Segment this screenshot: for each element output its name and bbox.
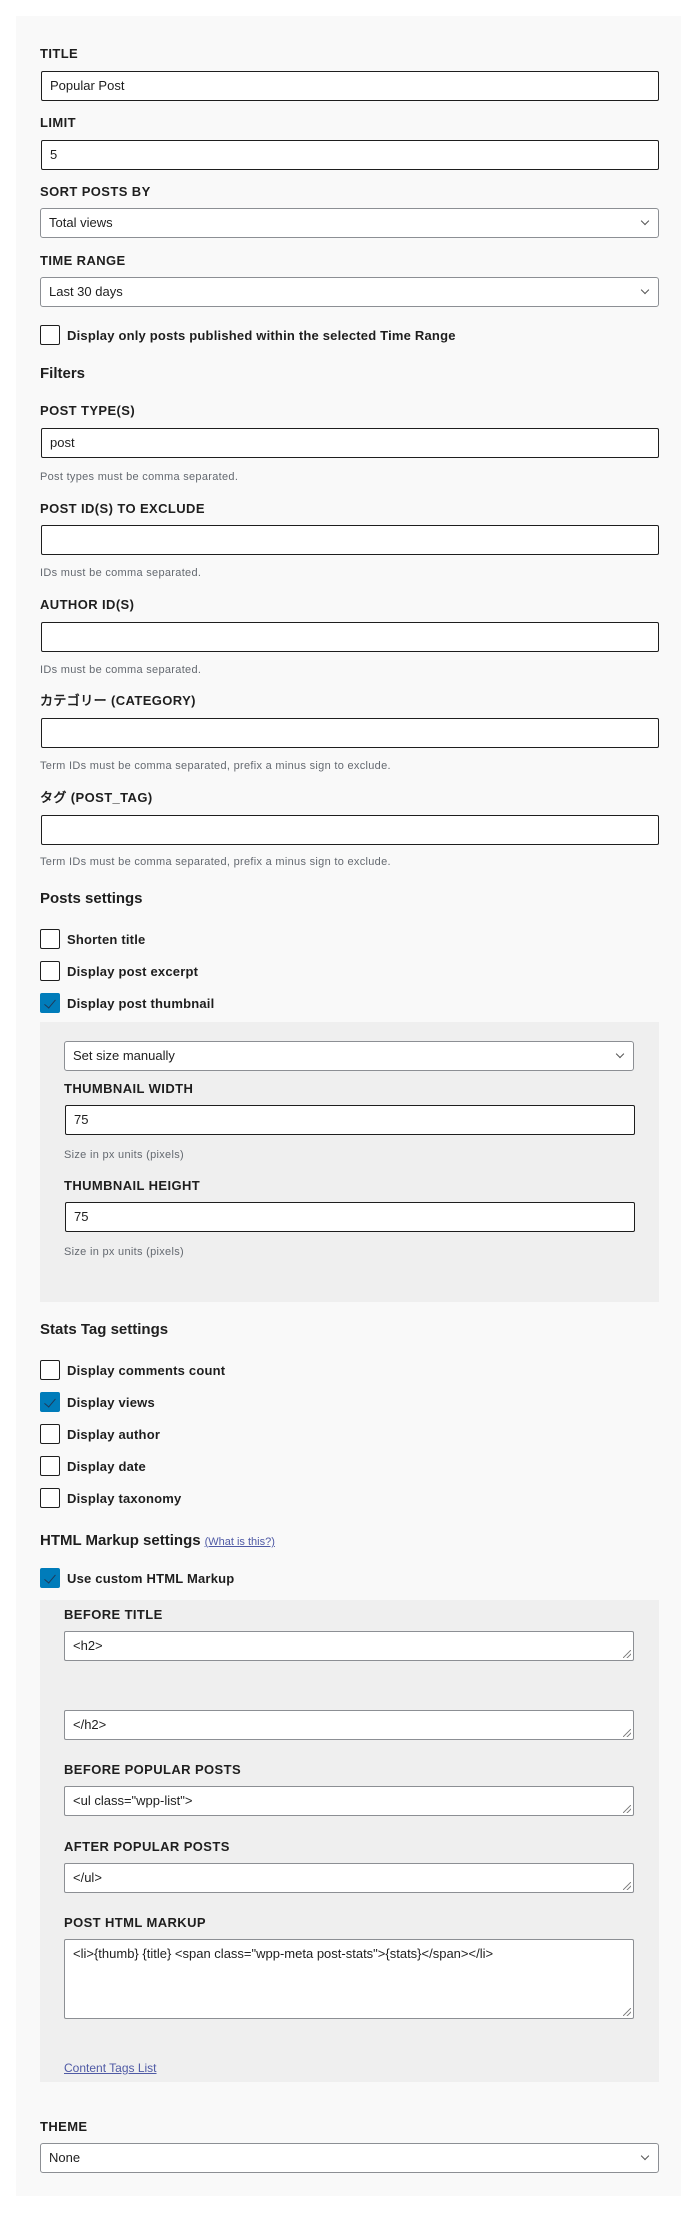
before-popular-textarea[interactable]: <ul class="wpp-list"> xyxy=(64,1786,634,1816)
taxonomy-label: Display taxonomy xyxy=(67,1490,182,1506)
html-markup-heading: HTML Markup settings (What is this?) xyxy=(40,1532,275,1551)
sort-posts-by-label: SORT POSTS BY xyxy=(40,184,151,199)
post-types-label: POST TYPE(S) xyxy=(40,403,136,418)
resize-handle-icon[interactable] xyxy=(623,1882,631,1890)
category-help: Term IDs must be comma separated, prefix… xyxy=(40,760,391,772)
theme-value: None xyxy=(49,2150,81,2165)
views-label: Display views xyxy=(67,1394,155,1410)
thumbnail-height-help: Size in px units (pixels) xyxy=(64,1246,184,1258)
thumbnail-height-input[interactable]: 75 xyxy=(65,1202,635,1232)
author-checkbox[interactable] xyxy=(40,1424,60,1444)
published-within-label: Display only posts published within the … xyxy=(67,327,456,343)
date-label: Display date xyxy=(67,1458,146,1474)
shorten-title-label: Shorten title xyxy=(67,931,146,947)
post-thumbnail-option[interactable]: Display post thumbnail xyxy=(40,993,214,1013)
post-excerpt-checkbox[interactable] xyxy=(40,961,60,981)
custom-html-option[interactable]: Use custom HTML Markup xyxy=(40,1568,234,1588)
post-types-input[interactable]: post xyxy=(41,428,659,458)
time-range-select[interactable]: Last 30 days xyxy=(40,277,659,307)
resize-handle-icon[interactable] xyxy=(623,1650,631,1658)
shorten-title-option[interactable]: Shorten title xyxy=(40,929,145,949)
published-within-checkbox[interactable] xyxy=(40,325,60,345)
resize-handle-icon[interactable] xyxy=(623,1805,631,1813)
thumbnail-size-value: Set size manually xyxy=(73,1048,175,1063)
before-title-label: BEFORE TITLE xyxy=(64,1607,163,1622)
post-html-label: POST HTML MARKUP xyxy=(64,1915,206,1930)
chevron-down-icon xyxy=(615,1049,625,1059)
before-title-value: <h2> xyxy=(73,1638,103,1653)
after-title-value: </h2> xyxy=(73,1717,107,1732)
chevron-down-icon xyxy=(640,2151,650,2161)
custom-html-label: Use custom HTML Markup xyxy=(67,1570,235,1586)
post-tag-label: タグ (POST_TAG) xyxy=(40,790,153,805)
time-range-label: TIME RANGE xyxy=(40,253,126,268)
after-popular-value: </ul> xyxy=(73,1870,102,1885)
post-types-help: Post types must be comma separated. xyxy=(40,471,239,483)
posts-settings-heading: Posts settings xyxy=(40,890,143,907)
before-title-textarea[interactable]: <h2> xyxy=(64,1631,634,1661)
author-label: Display author xyxy=(67,1426,161,1442)
resize-handle-icon[interactable] xyxy=(623,2008,631,2016)
what-is-this-link[interactable]: (What is this?) xyxy=(205,1536,275,1548)
post-thumbnail-checkbox[interactable] xyxy=(40,993,60,1013)
post-excerpt-option[interactable]: Display post excerpt xyxy=(40,961,198,981)
post-ids-exclude-input[interactable] xyxy=(41,525,659,555)
limit-label: LIMIT xyxy=(40,115,76,130)
thumbnail-width-help: Size in px units (pixels) xyxy=(64,1149,184,1161)
thumbnail-height-label: THUMBNAIL HEIGHT xyxy=(64,1178,201,1193)
author-ids-label: AUTHOR ID(S) xyxy=(40,597,135,612)
comments-count-label: Display comments count xyxy=(67,1362,226,1378)
title-label: TITLE xyxy=(40,46,79,61)
post-html-textarea[interactable]: <li>{thumb} {title} <span class="wpp-met… xyxy=(64,1939,634,2019)
post-tag-help: Term IDs must be comma separated, prefix… xyxy=(40,856,391,868)
post-html-value: <li>{thumb} {title} <span class="wpp-met… xyxy=(73,1946,494,1961)
views-checkbox[interactable] xyxy=(40,1392,60,1412)
comments-count-checkbox[interactable] xyxy=(40,1360,60,1380)
author-option[interactable]: Display author xyxy=(40,1424,160,1444)
thumbnail-width-input[interactable]: 75 xyxy=(65,1105,635,1135)
html-markup-heading-text: HTML Markup settings xyxy=(40,1532,201,1549)
stats-tag-heading: Stats Tag settings xyxy=(40,1321,169,1338)
author-ids-help: IDs must be comma separated. xyxy=(40,664,202,676)
theme-label: THEME xyxy=(40,2119,88,2134)
after-popular-label: AFTER POPULAR POSTS xyxy=(64,1839,230,1854)
comments-count-option[interactable]: Display comments count xyxy=(40,1360,225,1380)
date-option[interactable]: Display date xyxy=(40,1456,146,1476)
thumbnail-width-label: THUMBNAIL WIDTH xyxy=(64,1081,194,1096)
theme-select[interactable]: None xyxy=(40,2143,659,2173)
after-popular-textarea[interactable]: </ul> xyxy=(64,1863,634,1893)
chevron-down-icon xyxy=(640,285,650,295)
thumbnail-size-select[interactable]: Set size manually xyxy=(64,1041,634,1071)
custom-html-checkbox[interactable] xyxy=(40,1568,60,1588)
before-popular-value: <ul class="wpp-list"> xyxy=(73,1793,193,1808)
before-popular-label: BEFORE POPULAR POSTS xyxy=(64,1762,242,1777)
shorten-title-checkbox[interactable] xyxy=(40,929,60,949)
post-ids-exclude-label: POST ID(S) TO EXCLUDE xyxy=(40,501,205,516)
views-option[interactable]: Display views xyxy=(40,1392,155,1412)
content-tags-list-link[interactable]: Content Tags List xyxy=(64,2061,157,2075)
post-thumbnail-label: Display post thumbnail xyxy=(67,995,215,1011)
title-input[interactable]: Popular Post xyxy=(41,71,659,101)
after-title-textarea[interactable]: </h2> xyxy=(64,1710,634,1740)
sort-posts-by-select[interactable]: Total views xyxy=(40,208,659,238)
category-label: カテゴリー (CATEGORY) xyxy=(40,693,196,708)
category-input[interactable] xyxy=(41,718,659,748)
published-within-option[interactable]: Display only posts published within the … xyxy=(40,325,456,345)
limit-input[interactable]: 5 xyxy=(41,140,659,170)
post-tag-input[interactable] xyxy=(41,815,659,845)
chevron-down-icon xyxy=(640,216,650,226)
post-ids-exclude-help: IDs must be comma separated. xyxy=(40,567,202,579)
taxonomy-option[interactable]: Display taxonomy xyxy=(40,1488,181,1508)
sort-posts-by-value: Total views xyxy=(49,215,113,230)
post-excerpt-label: Display post excerpt xyxy=(67,963,199,979)
date-checkbox[interactable] xyxy=(40,1456,60,1476)
taxonomy-checkbox[interactable] xyxy=(40,1488,60,1508)
time-range-value: Last 30 days xyxy=(49,284,123,299)
author-ids-input[interactable] xyxy=(41,622,659,652)
filters-heading: Filters xyxy=(40,365,86,382)
resize-handle-icon[interactable] xyxy=(623,1729,631,1737)
